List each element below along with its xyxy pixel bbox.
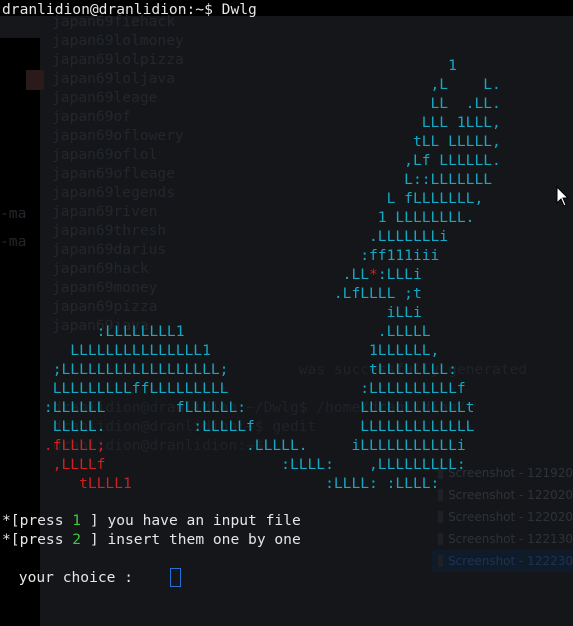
menu-option-1-key: 1 — [72, 512, 82, 529]
shell-prompt: dranlidion@dranlidion:~$ Dwlg — [2, 0, 257, 19]
ascii-art-line: ,Lf LLLLLL. — [0, 152, 501, 169]
file-icon — [438, 555, 444, 567]
ascii-art-line: LLLLLLLLLLLLLLL1 1LLLLLL, — [0, 342, 440, 359]
ascii-art-line: .LLLLLLLi — [0, 228, 449, 245]
ascii-art-line: 1 LLLLLLLL. — [0, 209, 475, 226]
ascii-art-line: 1 — [0, 57, 457, 74]
ascii-art-line: tLL LLLLL, — [0, 133, 501, 150]
ascii-art-red-segment: .fLLLL; — [0, 437, 106, 454]
ascii-art-line: LLLLLLLLLffLLLLLLLLL :LLLLLLLLLLf — [0, 380, 466, 397]
ascii-art-red-segment: ,LLLLf — [0, 456, 106, 473]
choice-prompt-label: your choice : — [10, 569, 134, 586]
ascii-art-line: .LfLLLL ;t — [0, 285, 422, 302]
file-icon — [438, 511, 444, 523]
terminal-screen: japan69fiehack japan69lolmoney japan69lo… — [0, 0, 573, 626]
ascii-art-line: L fLLLLLLL, — [0, 190, 484, 207]
ascii-art-line: :LLLLLL fLLLLLL: LLLLLLLLLLLLt — [0, 399, 475, 416]
ascii-art-red-segment: tLLLL1 — [0, 475, 132, 492]
background-topbar — [0, 16, 40, 38]
ascii-art-line: ;LLLLLLLLLLLLLLLLLL; tLLLLLLLL: — [0, 361, 457, 378]
background-file-item: Screenshot - 122020 — [432, 506, 573, 528]
menu-option-2: *[press 2 ] insert them one by one — [2, 531, 301, 548]
background-file-item: Screenshot - 122130 — [432, 528, 573, 550]
ascii-art-line: L::LLLLLLL — [0, 171, 493, 188]
ascii-art-line: .fLLLL; .LLLLL. iLLLLLLLLLLLi — [0, 437, 466, 454]
background-file-item-selected: Screenshot - 122230 — [432, 550, 573, 572]
ascii-art-line: tLLLL1 :LLLL: :LLLL: — [0, 475, 440, 492]
prompt-command: Dwlg — [221, 1, 257, 18]
option-menu: *[press 1 ] you have an input file *[pre… — [2, 511, 301, 549]
mouse-pointer-icon — [556, 186, 570, 207]
ascii-art-line: :ff111iii — [0, 247, 440, 264]
prompt-user-host: dranlidion@dranlidion — [2, 1, 187, 18]
ascii-art-line: .LL*:LLLi — [0, 266, 422, 283]
ascii-art-line: :LLLLLLLL1 .LLLLL — [0, 323, 431, 340]
ascii-art-line: ,L L. — [0, 76, 501, 93]
text-cursor[interactable] — [170, 568, 181, 587]
menu-option-1: *[press 1 ] you have an input file — [2, 512, 301, 529]
ascii-art-line: iLLi — [0, 304, 422, 321]
ascii-art-line: LLLLL. :LLLLLf LLLLLLLLLLLLL — [0, 418, 475, 435]
ascii-art-line: LLL 1LLL, — [0, 114, 501, 131]
ascii-art-line: LL .LL. — [0, 95, 501, 112]
file-icon — [438, 533, 444, 545]
ascii-art-banner: 1 ,L L. LL .LL. LLL 1LLL, tLL LLLLL, ,Lf… — [0, 56, 501, 493]
menu-option-2-key: 2 — [72, 531, 82, 548]
ascii-art-line: ,LLLLf :LLLL: ,LLLLLLLLL: — [0, 456, 466, 473]
ascii-art-red-star: * — [369, 266, 378, 283]
prompt-path: :~$ — [186, 1, 213, 18]
